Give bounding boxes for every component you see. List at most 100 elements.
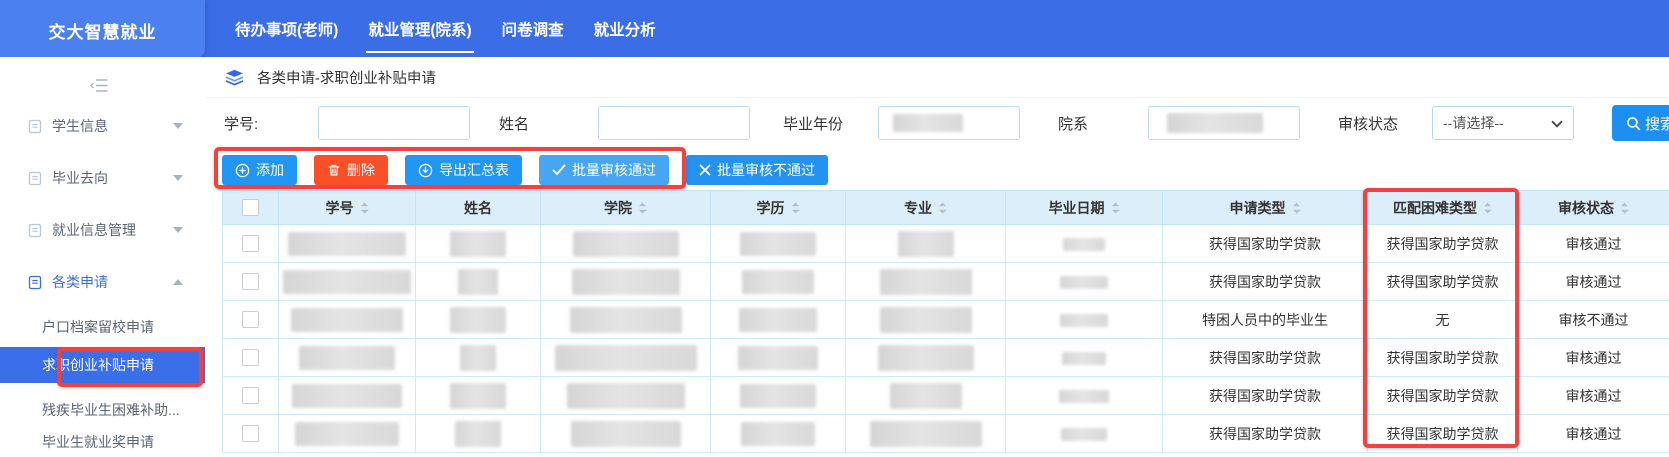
sidebar-group-label: 学生信息 (52, 116, 108, 136)
toolbar-button-2[interactable]: 删除 (314, 155, 388, 185)
cell-checkbox (223, 225, 279, 263)
redacted-value (555, 345, 697, 371)
review-status-label: 审核状态 (1338, 97, 1398, 149)
sidebar-item-3[interactable]: 残疾毕业生困难补助... (0, 395, 205, 425)
sort-icon[interactable] (1483, 202, 1492, 214)
sidebar-group-3[interactable]: 就业信息管理 (0, 215, 205, 245)
search-button[interactable]: 搜索 (1612, 105, 1669, 141)
redacted-value (1060, 276, 1108, 289)
search-button-label: 搜索 (1645, 113, 1669, 134)
check-icon (552, 164, 566, 176)
toolbar-button-5[interactable]: 批量审核不通过 (686, 155, 828, 185)
cell-college (541, 339, 711, 377)
grad-year-input[interactable] (878, 106, 1020, 140)
sort-icon[interactable] (360, 202, 369, 214)
department-input[interactable] (1148, 106, 1300, 140)
column-label: 学号 (326, 198, 354, 218)
sidebar-item-4[interactable]: 毕业生就业奖申请 (0, 427, 205, 457)
table-row: 获得国家助学贷款获得国家助学贷款审核通过 (223, 377, 1669, 415)
redacted-value (898, 231, 954, 257)
cell-major (846, 225, 1006, 263)
sort-icon[interactable] (1111, 202, 1120, 214)
column-header-major[interactable]: 专业 (846, 191, 1006, 225)
toolbar-button-1[interactable]: 添加 (222, 155, 297, 185)
student-id-input[interactable] (318, 106, 470, 140)
nav-tab-1[interactable]: 待办事项(老师) (233, 0, 340, 57)
column-label: 专业 (904, 198, 932, 218)
action-toolbar: 添加 删除 导出汇总表 批量审核通过 批量审核不通过 (205, 148, 828, 192)
redacted-value (572, 269, 680, 295)
cell-grad_date (1006, 415, 1163, 453)
row-checkbox[interactable] (242, 349, 259, 366)
chevron-down-icon (173, 227, 183, 233)
cell-student_id (279, 225, 416, 263)
select-all-checkbox[interactable] (242, 199, 259, 216)
column-header-degree[interactable]: 学历 (711, 191, 846, 225)
nav-tab-4[interactable]: 就业分析 (592, 0, 658, 57)
review-status-select[interactable]: --请选择-- (1432, 106, 1574, 140)
column-header-grad_date[interactable]: 毕业日期 (1006, 191, 1163, 225)
column-header-checkbox[interactable] (223, 191, 279, 225)
sort-icon[interactable] (1620, 202, 1629, 214)
redacted-value (283, 270, 411, 294)
sidebar-item-1[interactable]: 户口档案留校申请 (0, 312, 205, 342)
sidebar-group-label: 就业信息管理 (52, 220, 136, 240)
column-header-college[interactable]: 学院 (541, 191, 711, 225)
sidebar-item-2[interactable]: 求职创业补贴申请 (0, 347, 205, 383)
cell-checkbox (223, 377, 279, 415)
sort-icon[interactable] (791, 202, 800, 214)
sidebar-collapse-icon[interactable] (90, 78, 108, 93)
column-header-student_id[interactable]: 学号 (279, 191, 416, 225)
cell-college (541, 415, 711, 453)
row-checkbox[interactable] (242, 311, 259, 328)
redacted-value (1059, 390, 1109, 403)
chevron-down-icon (173, 175, 183, 181)
cell-apply_type: 获得国家助学贷款 (1163, 377, 1368, 415)
sort-icon[interactable] (938, 202, 947, 214)
redacted-value (880, 307, 972, 333)
toolbar-button-4[interactable]: 批量审核通过 (539, 155, 669, 185)
sidebar-group-label: 毕业去向 (52, 168, 108, 188)
nav-tab-3[interactable]: 问卷调查 (500, 0, 566, 57)
nav-tab-2[interactable]: 就业管理(院系) (366, 0, 473, 57)
column-header-apply_type[interactable]: 申请类型 (1163, 191, 1368, 225)
name-input[interactable] (598, 106, 750, 140)
sidebar-group-2[interactable]: 毕业去向 (0, 163, 205, 193)
column-header-name[interactable]: 姓名 (416, 191, 541, 225)
document-icon (28, 119, 42, 134)
cell-apply_type: 获得国家助学贷款 (1163, 225, 1368, 263)
redacted-value (288, 232, 406, 256)
sidebar-group-4[interactable]: 各类申请 (0, 267, 205, 297)
redacted-value (573, 231, 679, 257)
breadcrumb: 各类申请-求职创业补贴申请 (205, 57, 1669, 98)
row-checkbox[interactable] (242, 387, 259, 404)
column-label: 学历 (757, 198, 785, 218)
row-checkbox[interactable] (242, 235, 259, 252)
sort-icon[interactable] (1292, 202, 1301, 214)
cell-review_status: 审核通过 (1518, 339, 1669, 377)
toolbar-button-label: 批量审核通过 (572, 160, 656, 180)
cell-apply_type: 获得国家助学贷款 (1163, 339, 1368, 377)
column-header-review_status[interactable]: 审核状态 (1518, 191, 1669, 225)
cell-degree (711, 263, 846, 301)
applications-table: 学号姓名学院学历专业毕业日期申请类型匹配困难类型审核状态 获得国家助学贷款获得国… (222, 190, 1669, 453)
cell-grad_date (1006, 263, 1163, 301)
toolbar-button-label: 批量审核不通过 (717, 160, 815, 180)
sort-icon[interactable] (638, 202, 647, 214)
document-icon (28, 275, 42, 290)
table-row: 获得国家助学贷款获得国家助学贷款审核通过 (223, 339, 1669, 377)
cell-apply_type: 特困人员中的毕业生 (1163, 301, 1368, 339)
breadcrumb-text: 各类申请-求职创业补贴申请 (257, 67, 436, 88)
cell-checkbox (223, 263, 279, 301)
redacted-value (292, 384, 402, 408)
cell-major (846, 301, 1006, 339)
column-header-difficulty_type[interactable]: 匹配困难类型 (1368, 191, 1518, 225)
row-checkbox[interactable] (242, 425, 259, 442)
cell-student_id (279, 377, 416, 415)
toolbar-button-label: 添加 (256, 160, 284, 180)
redacted-value (291, 308, 403, 332)
toolbar-button-3[interactable]: 导出汇总表 (405, 155, 522, 185)
row-checkbox[interactable] (242, 273, 259, 290)
cell-grad_date (1006, 301, 1163, 339)
sidebar-group-1[interactable]: 学生信息 (0, 111, 205, 141)
